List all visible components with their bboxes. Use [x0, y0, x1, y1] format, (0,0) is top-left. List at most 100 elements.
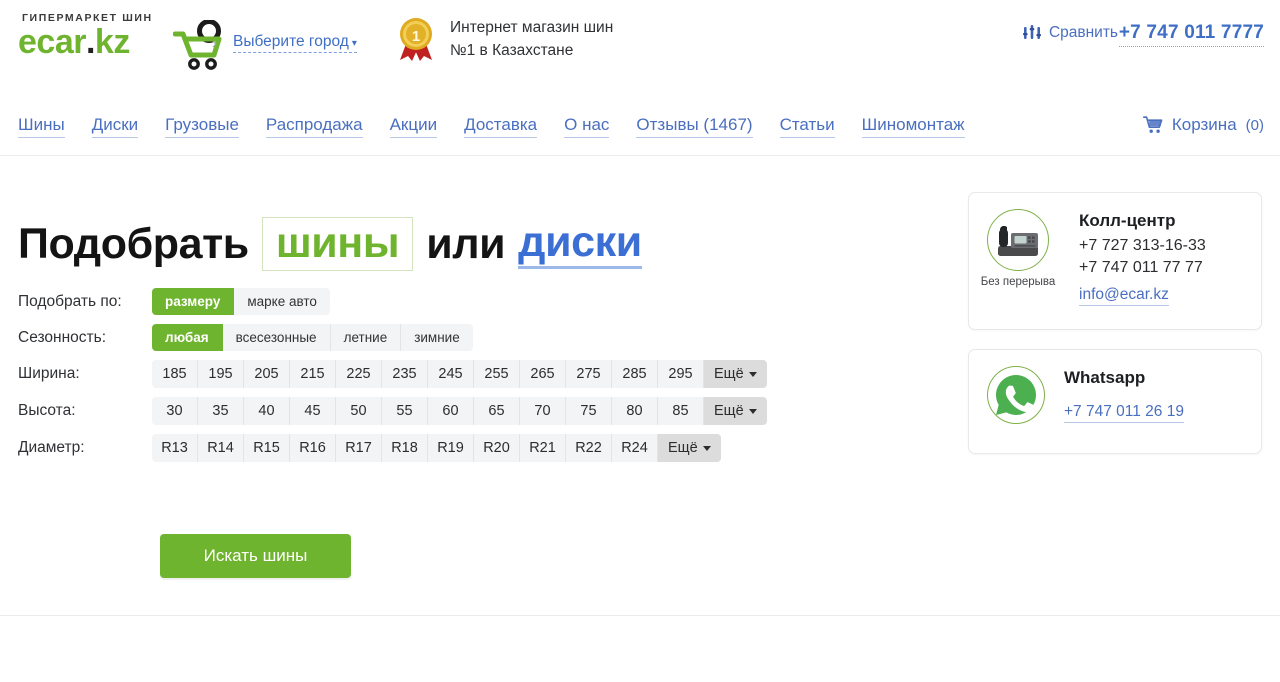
nav-item-tyre-service[interactable]: Шиномонтаж [861, 114, 965, 138]
logo-name-primary: ecar [18, 23, 86, 61]
option-season-summer[interactable]: летние [330, 324, 402, 351]
option-width-215[interactable]: 215 [290, 360, 336, 388]
nav-item-list: Шины Диски Грузовые Распродажа Акции Дос… [18, 114, 965, 138]
nav-item-delivery[interactable]: Доставка [464, 114, 538, 138]
option-width-225[interactable]: 225 [336, 360, 382, 388]
search-tyres-button[interactable]: Искать шины [160, 534, 351, 578]
option-width-275[interactable]: 275 [566, 360, 612, 388]
option-width-235[interactable]: 235 [382, 360, 428, 388]
call-center-card-inner: Без перерыва Колл-центр +7 727 313-16-33… [969, 193, 1261, 306]
nav-item-articles[interactable]: Статьи [779, 114, 835, 138]
nav-item-sale[interactable]: Распродажа [265, 114, 363, 138]
option-height-75[interactable]: 75 [566, 397, 612, 425]
option-width-195[interactable]: 195 [198, 360, 244, 388]
option-width-295[interactable]: 295 [658, 360, 704, 388]
footer-divider [0, 615, 1280, 616]
cart-icon [1142, 116, 1163, 133]
option-diameter-r22[interactable]: R22 [566, 434, 612, 462]
option-diameter-r21[interactable]: R21 [520, 434, 566, 462]
cart-count: (0) [1245, 116, 1264, 134]
header-phone-link[interactable]: +7 747 011 7777 [1118, 22, 1264, 47]
option-search-by-size[interactable]: размеру [152, 288, 235, 315]
height-more-button[interactable]: Ещё [704, 397, 767, 425]
form-row-search-by: Подобрать по: размеру марке авто [18, 288, 798, 315]
whatsapp-phone-link[interactable]: +7 747 011 26 19 [1064, 403, 1184, 423]
cart-link[interactable]: Корзина (0) [1142, 115, 1264, 135]
page-title-or: или [426, 219, 506, 268]
nav-item-reviews[interactable]: Отзывы (1467) [636, 114, 753, 138]
option-diameter-r18[interactable]: R18 [382, 434, 428, 462]
city-selector[interactable]: Выберите город ▾ [233, 33, 357, 53]
store-rank-badge: 1 Интернет магазин шин №1 в Казахстане [394, 16, 613, 62]
option-height-45[interactable]: 45 [290, 397, 336, 425]
option-season-winter[interactable]: зимние [401, 324, 473, 351]
page-title-tyres-toggle[interactable]: шины [261, 216, 414, 271]
width-more-button[interactable]: Ещё [704, 360, 767, 388]
option-height-60[interactable]: 60 [428, 397, 474, 425]
call-center-phone-2[interactable]: +7 747 011 77 77 [1079, 257, 1206, 279]
call-center-body: Колл-центр +7 727 313-16-33 +7 747 011 7… [1079, 209, 1206, 306]
desk-phone-icon [998, 226, 1038, 256]
call-center-phone-1[interactable]: +7 727 313-16-33 [1079, 235, 1206, 257]
whatsapp-body: Whatsapp +7 747 011 26 19 [1064, 366, 1184, 423]
page-title-verb: Подобрать [18, 219, 249, 268]
option-width-205[interactable]: 205 [244, 360, 290, 388]
option-height-40[interactable]: 40 [244, 397, 290, 425]
compare-link-label: Сравнить [1048, 24, 1118, 41]
option-width-285[interactable]: 285 [612, 360, 658, 388]
option-height-65[interactable]: 65 [474, 397, 520, 425]
segmented-height: 30 35 40 45 50 55 60 65 70 75 80 85 Ещё [152, 397, 767, 425]
nav-item-discs[interactable]: Диски [91, 114, 139, 138]
whatsapp-card: Whatsapp +7 747 011 26 19 [968, 349, 1262, 454]
page-title-discs-toggle[interactable]: диски [518, 219, 642, 269]
option-diameter-r13[interactable]: R13 [152, 434, 198, 462]
main-navigation: Шины Диски Грузовые Распродажа Акции Дос… [0, 104, 1280, 156]
option-diameter-r20[interactable]: R20 [474, 434, 520, 462]
option-search-by-brand[interactable]: марке авто [234, 288, 330, 315]
nav-item-about[interactable]: О нас [564, 114, 610, 138]
whatsapp-icon-wrap [987, 366, 1045, 424]
equalizer-icon [1022, 25, 1041, 39]
nav-item-truck[interactable]: Грузовые [165, 114, 239, 138]
store-rank-text: Интернет магазин шин №1 в Казахстане [450, 16, 613, 62]
option-diameter-r16[interactable]: R16 [290, 434, 336, 462]
option-width-265[interactable]: 265 [520, 360, 566, 388]
label-search-by: Подобрать по: [18, 292, 122, 310]
option-height-35[interactable]: 35 [198, 397, 244, 425]
page-title: Подобрать шины или диски [18, 216, 642, 271]
option-width-185[interactable]: 185 [152, 360, 198, 388]
whatsapp-title: Whatsapp [1064, 368, 1146, 387]
form-row-diameter: Диаметр: R13 R14 R15 R16 R17 R18 R19 R20… [18, 434, 798, 462]
diameter-more-button[interactable]: Ещё [658, 434, 721, 462]
option-height-80[interactable]: 80 [612, 397, 658, 425]
store-rank-line1: Интернет магазин шин [450, 19, 614, 36]
option-height-70[interactable]: 70 [520, 397, 566, 425]
call-center-email-link[interactable]: info@ecar.kz [1079, 286, 1169, 306]
option-diameter-r14[interactable]: R14 [198, 434, 244, 462]
chevron-right-icon: › [212, 35, 217, 52]
option-height-85[interactable]: 85 [658, 397, 704, 425]
page-root: ГИПЕРМАРКЕТ ШИН ecar . kz › Выберите гор… [0, 0, 1280, 682]
option-season-allseason[interactable]: всесезонные [222, 324, 331, 351]
option-height-50[interactable]: 50 [336, 397, 382, 425]
option-diameter-r15[interactable]: R15 [244, 434, 290, 462]
nav-item-tyres[interactable]: Шины [18, 114, 65, 138]
segmented-diameter: R13 R14 R15 R16 R17 R18 R19 R20 R21 R22 … [152, 434, 721, 462]
option-height-55[interactable]: 55 [382, 397, 428, 425]
chevron-down-icon [702, 445, 711, 451]
cart-link-label: Корзина [1171, 115, 1237, 134]
logo-name-secondary: kz [94, 23, 130, 61]
option-height-30[interactable]: 30 [152, 397, 198, 425]
logo-dot: . [85, 23, 95, 61]
option-width-245[interactable]: 245 [428, 360, 474, 388]
compare-link[interactable]: Сравнить [1022, 24, 1118, 42]
site-logo[interactable]: ГИПЕРМАРКЕТ ШИН ecar . kz [18, 12, 222, 70]
form-row-season: Сезонность: любая всесезонные летние зим… [18, 324, 798, 351]
option-width-255[interactable]: 255 [474, 360, 520, 388]
option-diameter-r19[interactable]: R19 [428, 434, 474, 462]
nav-item-promotions[interactable]: Акции [389, 114, 438, 138]
option-season-any[interactable]: любая [152, 324, 223, 351]
option-diameter-r17[interactable]: R17 [336, 434, 382, 462]
label-width: Ширина: [18, 365, 80, 382]
option-diameter-r24[interactable]: R24 [612, 434, 658, 462]
